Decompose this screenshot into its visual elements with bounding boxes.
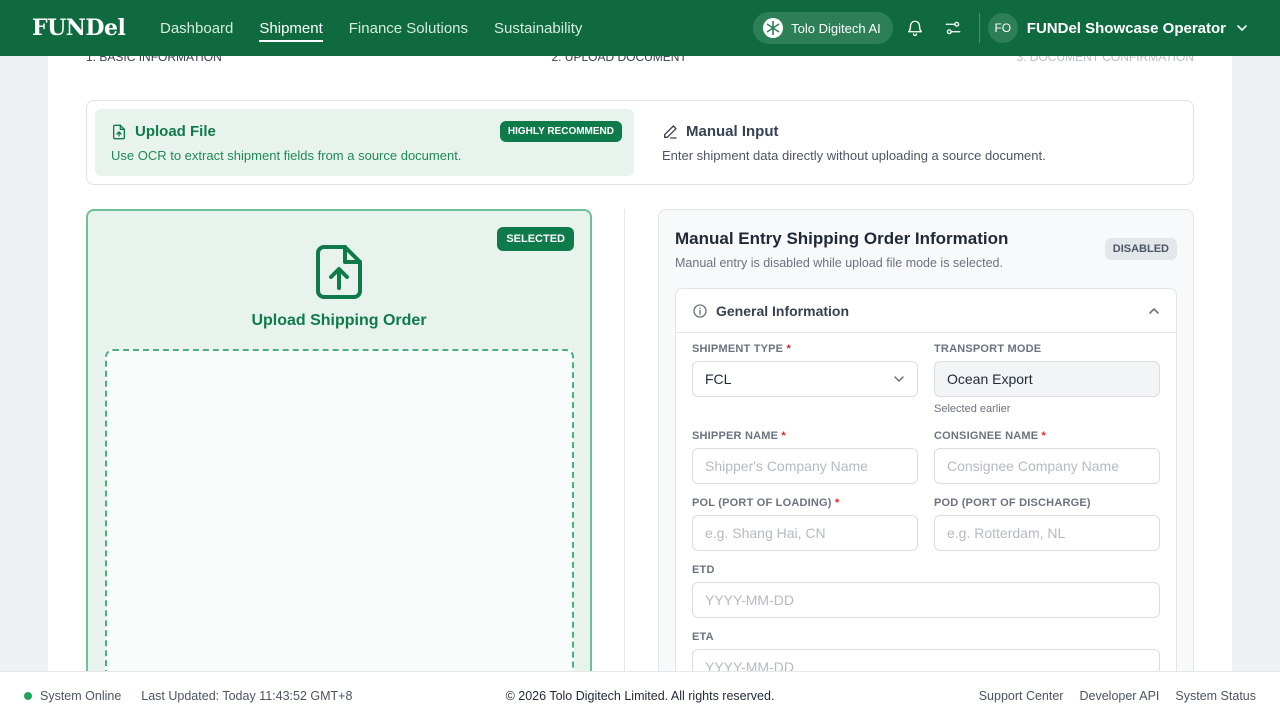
support-center-link[interactable]: Support Center: [979, 689, 1064, 703]
tolo-ai-button[interactable]: Tolo Digitech AI: [753, 12, 893, 44]
upload-panel: SELECTED Upload Shipping Order: [86, 209, 592, 672]
manual-entry-panel: Manual Entry Shipping Order Information …: [658, 209, 1194, 672]
pol-input[interactable]: e.g. Shang Hai, CN: [692, 515, 918, 551]
settings-sliders-icon[interactable]: [937, 12, 969, 44]
step-document-confirmation: 3. Document Confirmation: [1016, 56, 1194, 64]
mode-upload-title: Upload File: [135, 123, 216, 140]
main-nav: Dashboard Shipment Finance Solutions Sus…: [160, 0, 582, 56]
upload-shipping-order-title: Upload Shipping Order: [251, 312, 427, 329]
shipper-name-input[interactable]: Shipper's Company Name: [692, 448, 918, 484]
transport-mode-value: Ocean Export: [947, 371, 1033, 387]
highly-recommend-badge: HIGHLY RECOMMEND: [499, 121, 622, 142]
manual-entry-title: Manual Entry Shipping Order Information: [675, 229, 1009, 248]
file-upload-large-icon: [315, 244, 363, 305]
footer: System Online Last Updated: Today 11:43:…: [0, 671, 1280, 720]
nav-dashboard[interactable]: Dashboard: [160, 0, 233, 56]
top-navigation-bar: FUNDel Dashboard Shipment Finance Soluti…: [0, 0, 1280, 56]
mode-manual-description: Enter shipment data directly without upl…: [662, 148, 1046, 163]
shipment-type-value: FCL: [705, 371, 732, 387]
transport-mode-field: Ocean Export: [934, 361, 1160, 397]
selected-badge: SELECTED: [497, 227, 574, 251]
status-online-dot: [24, 692, 32, 700]
input-mode-selector: Upload File Use OCR to extract shipment …: [86, 100, 1194, 185]
general-information-section: General Information Shipment Type * FCL …: [675, 288, 1177, 672]
pod-label: POD (Port of Discharge): [934, 497, 1091, 509]
user-name[interactable]: FUNDel Showcase Operator: [1027, 20, 1226, 37]
stepper: 1. Basic Information 2. Upload Document …: [86, 56, 1194, 64]
chevron-down-icon[interactable]: [1236, 22, 1248, 34]
step-basic-information[interactable]: 1. Basic Information: [86, 56, 222, 64]
file-upload-icon: [111, 124, 127, 140]
info-icon: [692, 303, 708, 319]
shipper-name-label: Shipper Name *: [692, 430, 786, 442]
eta-input[interactable]: YYYY-MM-DD: [692, 649, 1160, 672]
system-status-text: System Online: [40, 689, 122, 703]
pod-input[interactable]: e.g. Rotterdam, NL: [934, 515, 1160, 551]
transport-mode-label: Transport Mode: [934, 343, 1042, 355]
mode-upload-file[interactable]: Upload File Use OCR to extract shipment …: [95, 109, 634, 176]
footer-links: Support Center Developer API System Stat…: [979, 689, 1256, 703]
general-information-header[interactable]: General Information: [676, 289, 1176, 333]
shipment-type-label: Shipment Type *: [692, 343, 791, 355]
shipment-type-select[interactable]: FCL: [692, 361, 918, 397]
header-divider: [978, 13, 980, 43]
notifications-bell-icon[interactable]: [899, 12, 931, 44]
fundel-logo[interactable]: FUNDel: [32, 15, 160, 41]
chevron-down-icon: [893, 373, 905, 385]
transport-mode-hint: Selected earlier: [934, 403, 1011, 415]
file-dropzone[interactable]: [105, 349, 574, 672]
step-upload-document[interactable]: 2. Upload Document: [551, 56, 686, 64]
disabled-badge: DISABLED: [1104, 238, 1177, 260]
last-updated-text: Last Updated: Today 11:43:52 GMT+8: [141, 689, 353, 703]
developer-api-link[interactable]: Developer API: [1079, 689, 1159, 703]
mode-manual-title: Manual Input: [686, 123, 779, 140]
eta-label: ETA: [692, 631, 714, 643]
general-information-title: General Information: [716, 302, 850, 319]
user-avatar[interactable]: FO: [987, 13, 1018, 43]
consignee-name-label: Consignee Name *: [934, 430, 1047, 442]
etd-label: ETD: [692, 564, 715, 576]
nav-finance-solutions[interactable]: Finance Solutions: [349, 0, 468, 56]
manual-entry-subtitle: Manual entry is disabled while upload fi…: [675, 256, 1003, 270]
chevron-up-icon[interactable]: [1148, 305, 1160, 317]
pol-label: POL (Port of Loading) *: [692, 497, 840, 509]
main-content: 1. Basic Information 2. Upload Document …: [48, 56, 1232, 672]
mode-upload-description: Use OCR to extract shipment fields from …: [111, 148, 462, 163]
tolo-ai-logo-icon: [763, 18, 784, 38]
system-status-link[interactable]: System Status: [1175, 689, 1256, 703]
panel-divider: [624, 209, 625, 672]
tolo-ai-label: Tolo Digitech AI: [791, 20, 881, 36]
nav-shipment[interactable]: Shipment: [259, 0, 324, 56]
mode-manual-input[interactable]: Manual Input Enter shipment data directl…: [646, 109, 1185, 176]
consignee-name-input[interactable]: Consignee Company Name: [934, 448, 1160, 484]
nav-sustainability[interactable]: Sustainability: [494, 0, 582, 56]
pencil-icon: [662, 124, 678, 140]
etd-input[interactable]: YYYY-MM-DD: [692, 582, 1160, 618]
